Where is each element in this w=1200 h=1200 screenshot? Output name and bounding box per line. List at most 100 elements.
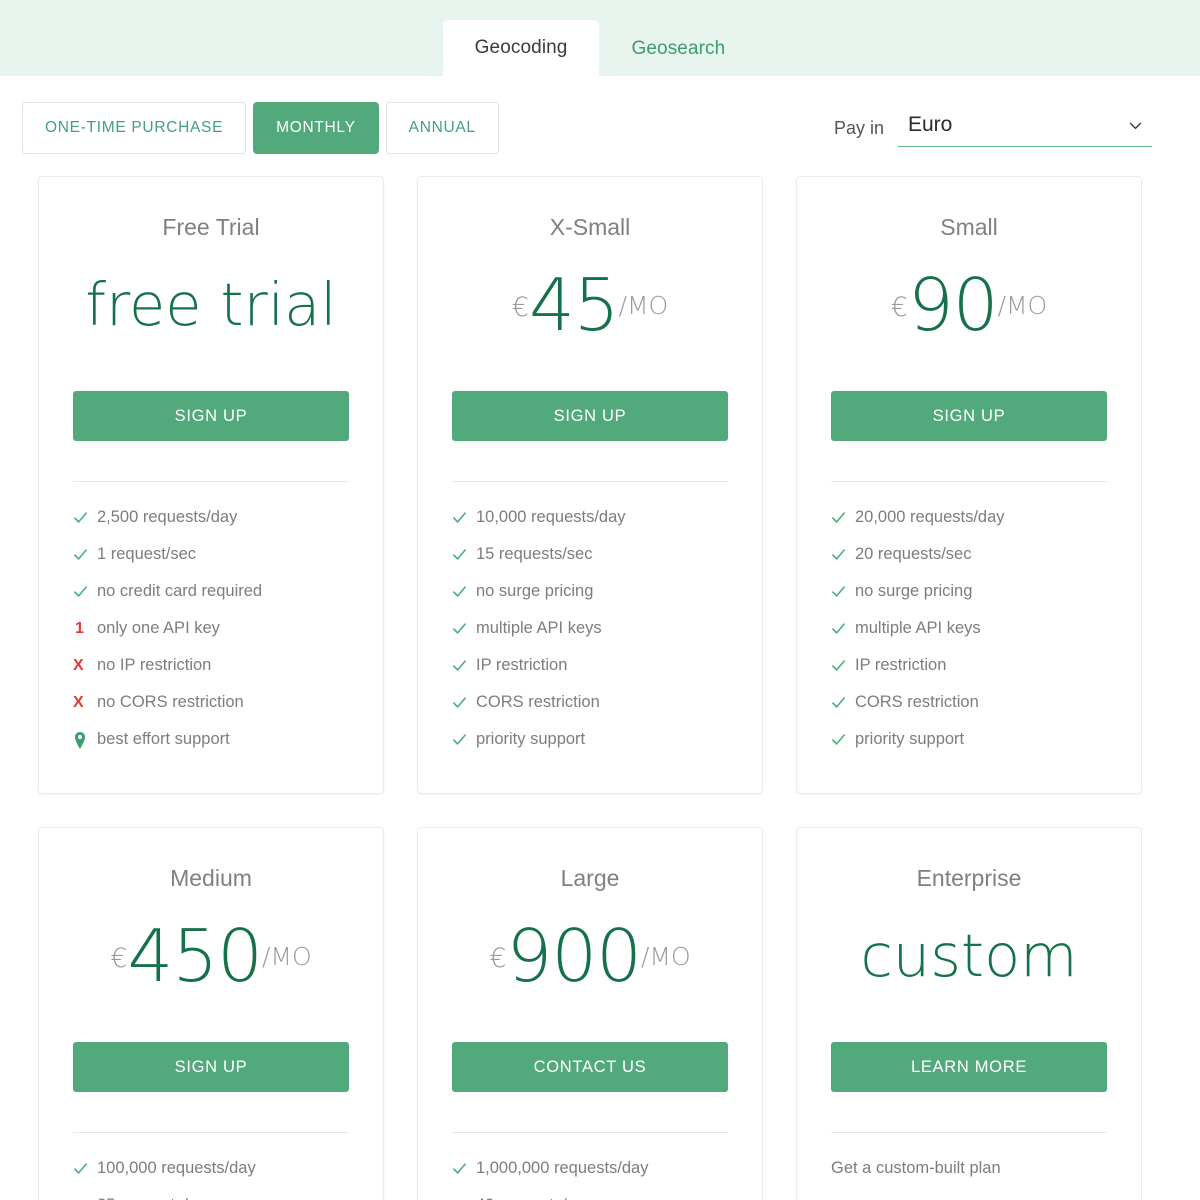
- plan-price: €45/MO: [452, 259, 728, 351]
- billing-period-segmented-control: ONE-TIME PURCHASE MONTHLY ANNUAL: [22, 102, 499, 154]
- feature-item: 40 requests/sec: [452, 1196, 728, 1200]
- plan-note: Get a custom-built plan: [831, 1159, 1001, 1177]
- feature-label: no surge pricing: [476, 582, 594, 600]
- plan-price-amount: 45: [528, 263, 620, 347]
- feature-item: 1,000,000 requests/day: [452, 1159, 728, 1196]
- tab-list: Geocoding Geosearch: [442, 0, 758, 76]
- plan-price: €90/MO: [831, 259, 1107, 351]
- plan-price-period: /MO: [618, 291, 669, 320]
- plan-title: X-Small: [549, 214, 631, 240]
- plan-cta-button[interactable]: SIGN UP: [831, 391, 1107, 441]
- feature-item: 20,000 requests/day: [831, 508, 1107, 545]
- feature-label: multiple API keys: [855, 619, 981, 637]
- plan-cta-button[interactable]: LEARN MORE: [831, 1042, 1107, 1092]
- feature-label: IP restriction: [476, 656, 568, 674]
- pricing-card: Enterprise custom LEARN MORE Get a custom-b…: [796, 827, 1142, 1200]
- billing-option-monthly[interactable]: MONTHLY: [253, 102, 379, 154]
- check-icon: [73, 545, 95, 562]
- plan-price: €450/MO: [73, 910, 349, 1002]
- check-icon: [831, 508, 853, 525]
- feature-item: 20 requests/sec: [831, 545, 1107, 582]
- feature-item: 1 request/sec: [73, 545, 349, 582]
- plan-price: free trial: [73, 259, 349, 351]
- plan-price-word: free trial: [85, 270, 337, 339]
- plan-title: Medium: [170, 865, 252, 891]
- feature-item: no surge pricing: [452, 582, 728, 619]
- feature-list: 10,000 requests/day 15 requests/sec no sur…: [452, 508, 728, 767]
- feature-item: CORS restriction: [452, 693, 728, 730]
- check-icon: [73, 508, 95, 525]
- currency-select[interactable]: Euro: [898, 109, 1152, 147]
- feature-item: Xno IP restriction: [73, 656, 349, 693]
- plan-price-currency: €: [489, 943, 507, 974]
- chevron-down-icon: [1127, 117, 1144, 134]
- plan-title: Small: [940, 214, 998, 240]
- feature-list: 20,000 requests/day 20 requests/sec no sur…: [831, 508, 1107, 767]
- feature-label: priority support: [476, 730, 586, 748]
- feature-item: no credit card required: [73, 582, 349, 619]
- pin-icon: [73, 730, 95, 749]
- feature-item: no surge pricing: [831, 582, 1107, 619]
- currency-select-value: Euro: [908, 113, 953, 136]
- feature-item: Xno CORS restriction: [73, 693, 349, 730]
- plan-price-currency: €: [890, 292, 908, 323]
- feature-item: 2,500 requests/day: [73, 508, 349, 545]
- feature-label: CORS restriction: [855, 693, 979, 711]
- feature-item: priority support: [831, 730, 1107, 767]
- feature-label: CORS restriction: [476, 693, 600, 711]
- card-divider: [831, 481, 1107, 482]
- feature-label: 25 requests/sec: [95, 1196, 213, 1200]
- tab-bar: Geocoding Geosearch: [0, 0, 1200, 76]
- plan-price-period: /MO: [261, 942, 312, 971]
- tab-geocoding[interactable]: Geocoding: [442, 20, 600, 76]
- billing-option-one-time-purchase[interactable]: ONE-TIME PURCHASE: [22, 102, 247, 154]
- check-icon: [452, 582, 474, 599]
- plan-cta-button[interactable]: CONTACT US: [452, 1042, 728, 1092]
- card-divider: [831, 1132, 1107, 1133]
- feature-list: 2,500 requests/day 1 request/sec no credit…: [73, 508, 349, 767]
- plan-price-amount: 450: [127, 914, 263, 998]
- controls-row: ONE-TIME PURCHASE MONTHLY ANNUAL Pay in …: [0, 76, 1200, 154]
- x-icon: X: [73, 657, 84, 674]
- check-icon: [452, 730, 474, 747]
- pay-in-label: Pay in: [833, 117, 884, 138]
- pricing-card: Free Trial free trial SIGN UP 2,500 request…: [38, 176, 384, 794]
- feature-item: priority support: [452, 730, 728, 767]
- plan-price-amount: 900: [506, 914, 642, 998]
- plan-price-currency: €: [511, 292, 529, 323]
- plan-price-amount: 90: [907, 263, 999, 347]
- check-icon: [452, 545, 474, 562]
- feature-label: priority support: [855, 730, 965, 748]
- feature-label: no credit card required: [97, 582, 263, 600]
- check-icon: [831, 693, 853, 710]
- feature-item: 1 only one API key: [73, 619, 349, 656]
- feature-item: best effort support: [73, 730, 349, 767]
- feature-item: 10,000 requests/day: [452, 508, 728, 545]
- feature-list: 100,000 requests/day 25 requests/sec: [73, 1159, 349, 1200]
- card-divider: [452, 481, 728, 482]
- check-icon: [831, 582, 853, 599]
- tab-geosearch[interactable]: Geosearch: [599, 22, 757, 76]
- feature-item: CORS restriction: [831, 693, 1107, 730]
- billing-option-annual[interactable]: ANNUAL: [385, 102, 499, 154]
- pricing-card: Small €90/MO SIGN UP 20,000 requests/day 20 …: [796, 176, 1142, 794]
- feature-label: 40 requests/sec: [474, 1196, 592, 1200]
- check-icon: [73, 1196, 95, 1200]
- check-icon: [452, 619, 474, 636]
- plan-price: custom: [831, 910, 1107, 1002]
- card-divider: [73, 1132, 349, 1133]
- feature-item: IP restriction: [831, 656, 1107, 693]
- plan-price-period: /MO: [640, 942, 691, 971]
- feature-label: only one API key: [97, 619, 220, 637]
- check-icon: [831, 619, 853, 636]
- plan-cta-button[interactable]: SIGN UP: [73, 1042, 349, 1092]
- one-icon: 1: [75, 620, 84, 637]
- feature-item: multiple API keys: [452, 619, 728, 656]
- check-icon: [452, 1159, 474, 1176]
- feature-label: 1,000,000 requests/day: [476, 1159, 649, 1177]
- plan-cta-button[interactable]: SIGN UP: [73, 391, 349, 441]
- check-icon: [831, 730, 853, 747]
- plan-cta-button[interactable]: SIGN UP: [452, 391, 728, 441]
- feature-item: IP restriction: [452, 656, 728, 693]
- check-icon: [452, 656, 474, 673]
